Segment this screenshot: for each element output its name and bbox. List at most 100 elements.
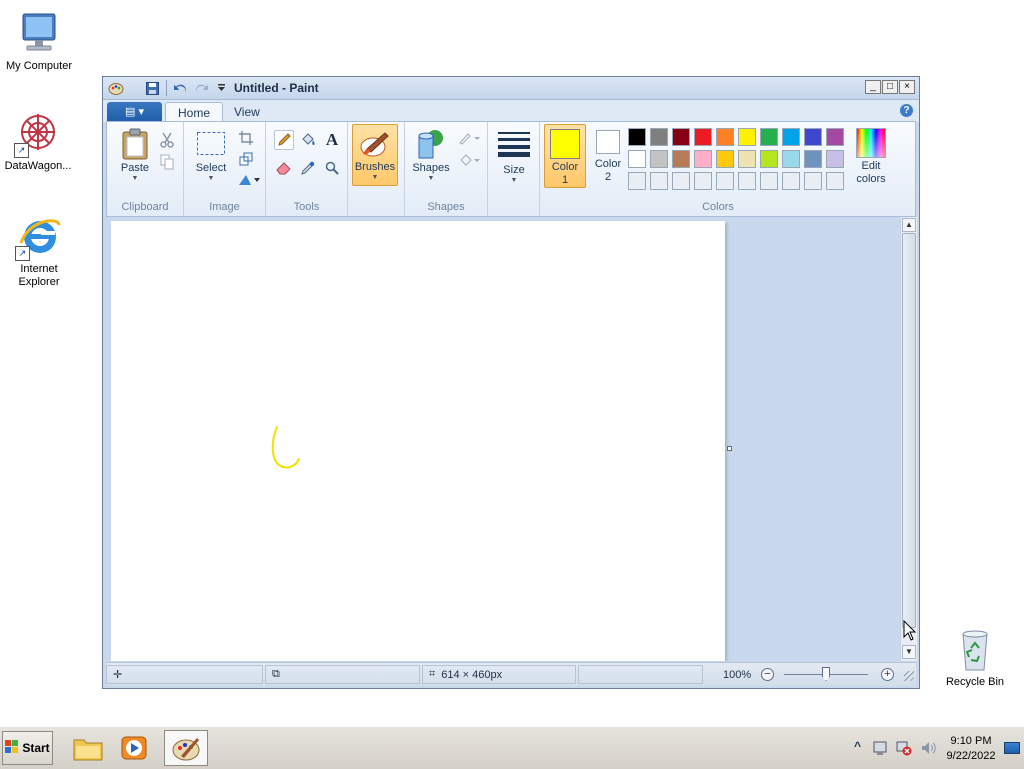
rotate-icon[interactable] — [236, 170, 262, 190]
paint-app-icon[interactable] — [108, 80, 124, 96]
palette-swatch[interactable] — [628, 150, 646, 168]
resize-grip-icon[interactable] — [904, 671, 914, 681]
palette-swatch[interactable] — [672, 172, 690, 190]
magnifier-icon[interactable] — [322, 158, 342, 178]
volume-icon[interactable] — [920, 740, 936, 759]
palette-swatch[interactable] — [650, 128, 668, 146]
palette-swatch[interactable] — [738, 128, 756, 146]
brushes-button[interactable]: Brushes ▼ — [352, 124, 398, 186]
group-shapes: Shapes ▼ Shapes — [404, 122, 488, 216]
palette-swatch[interactable] — [804, 128, 822, 146]
pencil-icon[interactable] — [274, 130, 294, 150]
tab-view[interactable]: View — [222, 102, 272, 122]
palette-swatch[interactable] — [694, 172, 712, 190]
group-tools: A Tools — [266, 122, 348, 216]
undo-icon[interactable] — [172, 79, 190, 97]
palette-swatch[interactable] — [782, 128, 800, 146]
canvas-size-icon: ⌗ — [429, 668, 436, 680]
shapes-button[interactable]: Shapes ▼ — [409, 128, 453, 183]
crop-icon[interactable] — [236, 128, 256, 148]
scroll-down-button[interactable]: ▼ — [902, 645, 916, 659]
palette-swatch[interactable] — [716, 150, 734, 168]
zoom-in-button[interactable]: + — [881, 668, 894, 681]
canvas-workspace — [106, 217, 903, 661]
palette-swatch[interactable] — [760, 172, 778, 190]
canvas-resize-handle[interactable] — [727, 446, 732, 451]
edit-colors-button[interactable]: Edit colors — [850, 128, 892, 186]
palette-swatch[interactable] — [804, 172, 822, 190]
palette-swatch[interactable] — [826, 128, 844, 146]
clock-date[interactable]: 9/22/2022 — [936, 750, 1006, 762]
palette-swatch[interactable] — [694, 150, 712, 168]
cut-icon[interactable] — [157, 130, 177, 150]
color2-button[interactable]: Color 2 — [588, 128, 628, 184]
start-button[interactable]: Start — [2, 731, 53, 765]
show-hidden-icons-button[interactable]: ^ — [854, 739, 861, 753]
palette-swatch[interactable] — [650, 172, 668, 190]
cursor-position-cell: ✛ — [106, 665, 263, 684]
tab-home[interactable]: Home — [165, 102, 224, 122]
show-desktop-icon[interactable] — [1004, 742, 1020, 754]
palette-swatch[interactable] — [628, 128, 646, 146]
clock-time[interactable]: 9:10 PM — [936, 735, 1006, 747]
palette-swatch[interactable] — [782, 172, 800, 190]
palette-swatch[interactable] — [804, 150, 822, 168]
resize-icon[interactable] — [236, 149, 256, 169]
taskbar-explorer-button[interactable] — [66, 730, 110, 766]
customize-toolbar-icon[interactable] — [212, 79, 230, 97]
color-spectrum-icon — [856, 128, 886, 158]
palette-swatch[interactable] — [760, 128, 778, 146]
zoom-slider-thumb[interactable] — [822, 667, 830, 681]
fill-icon[interactable] — [457, 150, 483, 170]
color2-label-line2: 2 — [604, 171, 612, 183]
fill-bucket-icon[interactable] — [298, 130, 318, 150]
scroll-up-button[interactable]: ▲ — [902, 218, 916, 232]
palette-swatch[interactable] — [628, 172, 646, 190]
eraser-icon[interactable] — [274, 158, 294, 178]
window-controls: _ □ × — [865, 80, 915, 94]
palette-swatch[interactable] — [716, 128, 734, 146]
desktop-icon-recycle-bin[interactable]: Recycle Bin — [937, 626, 1013, 689]
file-menu-button[interactable]: ▤ ▾ — [107, 102, 162, 121]
save-icon[interactable] — [143, 79, 161, 97]
copy-icon[interactable] — [157, 152, 177, 172]
drawing-canvas[interactable] — [111, 221, 725, 661]
palette-swatch[interactable] — [738, 172, 756, 190]
palette-swatch[interactable] — [782, 150, 800, 168]
network-warning-icon[interactable] — [896, 740, 912, 759]
select-button[interactable]: Select ▼ — [190, 128, 232, 183]
palette-swatch[interactable] — [672, 128, 690, 146]
zoom-out-button[interactable]: − — [761, 668, 774, 681]
text-tool-icon[interactable]: A — [322, 130, 342, 150]
group-label-tools: Tools — [293, 201, 320, 213]
palette-swatch[interactable] — [826, 150, 844, 168]
taskbar-media-player-button[interactable] — [112, 730, 156, 766]
minimize-button[interactable]: _ — [865, 80, 881, 94]
color2-label-line1: Color — [594, 158, 622, 170]
title-bar[interactable]: Untitled - Paint _ □ × — [103, 77, 919, 100]
palette-swatch[interactable] — [738, 150, 756, 168]
close-button[interactable]: × — [899, 80, 915, 94]
color1-button[interactable]: Color 1 — [544, 124, 586, 188]
palette-swatch[interactable] — [760, 150, 778, 168]
paste-button[interactable]: Paste ▼ — [115, 128, 155, 183]
shapes-icon — [415, 128, 447, 160]
palette-swatch[interactable] — [826, 172, 844, 190]
size-button[interactable]: Size ▼ — [494, 130, 534, 185]
palette-swatch[interactable] — [694, 128, 712, 146]
vertical-scrollbar[interactable]: ▲ ▼ — [900, 217, 917, 661]
redo-icon[interactable] — [192, 79, 210, 97]
outline-icon[interactable] — [457, 128, 483, 148]
desktop-icon-internet-explorer[interactable]: ↗ Internet Explorer — [1, 213, 77, 289]
palette-swatch[interactable] — [672, 150, 690, 168]
maximize-button[interactable]: □ — [882, 80, 898, 94]
color-picker-icon[interactable] — [298, 158, 318, 178]
desktop-icon-datawagon[interactable]: ↗ DataWagon... — [0, 110, 76, 173]
scroll-thumb[interactable] — [902, 233, 916, 628]
palette-swatch[interactable] — [650, 150, 668, 168]
desktop-icon-my-computer[interactable]: My Computer — [1, 10, 77, 73]
action-center-icon[interactable] — [872, 740, 888, 759]
taskbar-paint-button[interactable] — [164, 730, 208, 766]
palette-swatch[interactable] — [716, 172, 734, 190]
help-icon[interactable]: ? — [900, 104, 913, 117]
